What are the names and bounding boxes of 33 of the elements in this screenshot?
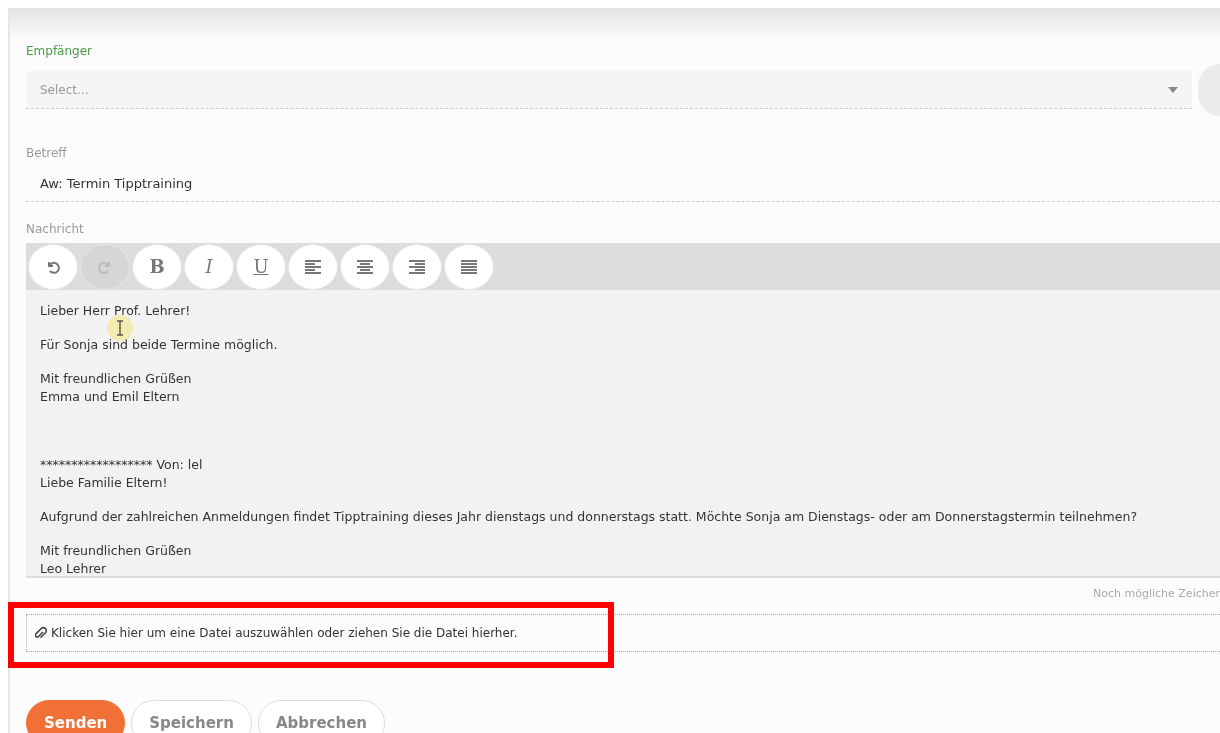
caret-icon [1168,86,1178,93]
align-left-button[interactable] [288,243,338,290]
field-label: Empfänger [26,44,92,58]
justify-icon [461,259,477,274]
recipient-select[interactable]: Select... [26,71,1192,109]
message-text: Mit freundlichen Grüßen [40,370,192,388]
message-text: Lieber Herr Prof. Lehrer! [40,302,191,320]
italic-button[interactable]: I [184,243,234,290]
subject-field[interactable]: Aw: Termin Tipptraining [26,165,1220,202]
message-text: Emma und Emil Eltern [40,388,180,406]
field-label: Nachricht [26,222,84,236]
underline-button[interactable]: U [236,243,286,290]
send-button[interactable]: Senden [26,700,126,733]
align-right-icon [409,259,425,274]
message-text: Für Sonja sind beide Termine möglich. [40,336,278,354]
undo-button[interactable] [28,243,78,290]
align-left-icon [305,259,321,274]
field-label: Betreff [26,146,67,160]
justify-button[interactable] [444,243,494,290]
message-text: Leo Lehrer [40,560,107,578]
secondary-button[interactable]: Abbrechen [257,700,385,733]
secondary-button[interactable]: Speichern [131,700,252,733]
message-text: ****************** Von: lel [40,456,203,474]
file-dropzone[interactable]: Klicken Sie hier um eine Datei auszuwählen oder ziehen Sie die Datei hierher. [26,614,1220,652]
message-text: Mit freundlichen Grüßen [40,542,192,560]
message-text: Liebe Familie Eltern! [40,474,168,492]
align-center-button[interactable] [340,243,390,290]
message-text: Aufgrund der zahlreichen Anmeldungen findet Tipptraining dieses Jahr dienstags und donnerstags statt. Möchte Sonja am Dienstags- oder am Donnerstagstermin teilnehmen? [40,508,1137,526]
character-counter: Noch mögliche Zeicher [1093,587,1220,600]
align-center-icon [357,259,373,274]
align-right-button[interactable] [392,243,442,290]
bold-button[interactable]: B [132,243,182,290]
paperclip-icon [35,626,47,640]
